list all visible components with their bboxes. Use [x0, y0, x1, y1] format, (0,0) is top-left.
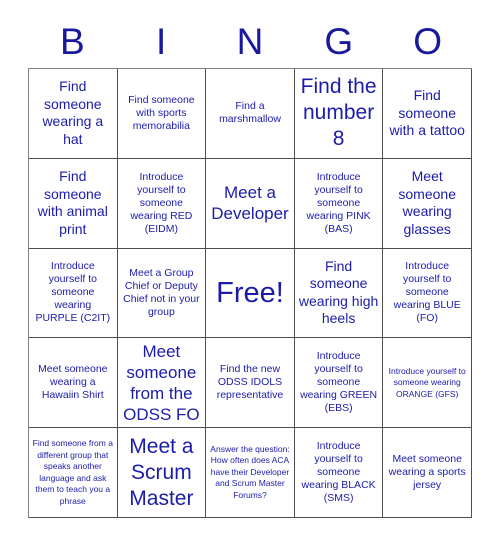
bingo-cell-text: Meet a Developer [211, 183, 289, 224]
bingo-cell[interactable]: Meet a Developer [206, 158, 295, 249]
bingo-cell-text: Find a marshmallow [219, 100, 281, 126]
bingo-cell-text: Find someone wearing a hat [42, 78, 104, 147]
bingo-cell[interactable]: Introduce yourself to someone wearing BL… [383, 248, 472, 339]
bingo-cell[interactable]: Find someone with sports memorabilia [117, 69, 207, 159]
bingo-cell[interactable]: Introduce yourself to someone wearing RE… [117, 158, 207, 249]
header-letter-g: G [324, 21, 354, 62]
header-letter-i: I [156, 21, 167, 62]
bingo-cell-text: Meet a Scrum Master [129, 434, 194, 510]
bingo-cell-text: Find someone with a tattoo [389, 87, 465, 139]
bingo-cell[interactable]: Find someone from a different group that… [29, 428, 118, 518]
bingo-cell[interactable]: Meet someone from the ODSS FO [117, 338, 207, 429]
bingo-cell[interactable]: Find someone wearing a hat [29, 69, 118, 159]
bingo-cell[interactable]: Introduce yourself to someone wearing BL… [294, 428, 384, 518]
bingo-cell-text: Meet someone wearing glasses [398, 168, 456, 237]
bingo-cell[interactable]: Meet a Scrum Master [117, 428, 207, 518]
bingo-cell[interactable]: Find someone wearing high heels [294, 248, 384, 339]
bingo-cell[interactable]: Meet someone wearing glasses [383, 158, 472, 249]
bingo-cell-free[interactable]: Free! [206, 248, 295, 339]
bingo-cell-text: Find someone wearing high heels [298, 257, 379, 327]
bingo-cell-text: Introduce yourself to someone wearing RE… [130, 170, 193, 235]
bingo-cell-text: Introduce yourself to someone wearing BL… [393, 260, 461, 325]
bingo-grid: Find someone wearing a hat Find someone … [28, 68, 472, 518]
bingo-cell-text: Meet a Group Chief or Deputy Chief not i… [123, 266, 200, 318]
bingo-cell-text: Meet someone wearing a Hawaiin Shirt [38, 363, 108, 402]
bingo-header: B I N G O [28, 16, 472, 68]
bingo-cell[interactable]: Meet someone wearing a sports jersey [383, 428, 472, 518]
bingo-cell-text: Meet someone from the ODSS FO [123, 341, 200, 424]
bingo-cell[interactable]: Introduce yourself to someone wearing GR… [294, 338, 384, 429]
bingo-cell-text: Introduce yourself to someone wearing BL… [301, 440, 376, 505]
bingo-cell-text: Find the new ODSS IDOLS representative [216, 363, 284, 402]
bingo-cell[interactable]: Introduce yourself to someone wearing OR… [383, 338, 472, 429]
bingo-cell-text: Answer the question: How often does ACA … [210, 443, 290, 500]
bingo-cell-text: Introduce yourself to someone wearing GR… [300, 350, 378, 415]
bingo-cell[interactable]: Introduce yourself to someone wearing PU… [29, 248, 118, 339]
bingo-cell-text: Find the number 8 [300, 75, 377, 151]
header-letter-o: O [413, 21, 442, 62]
bingo-cell[interactable]: Introduce yourself to someone wearing PI… [294, 158, 384, 249]
bingo-cell-text: Introduce yourself to someone wearing PI… [306, 170, 371, 235]
bingo-free-label: Free! [216, 276, 284, 309]
bingo-cell-text: Find someone from a different group that… [32, 438, 113, 506]
header-letter-b: B [60, 21, 85, 62]
bingo-cell-text: Find someone with sports memorabilia [128, 93, 195, 132]
bingo-cell[interactable]: Find a marshmallow [206, 69, 295, 159]
bingo-cell-text: Introduce yourself to someone wearing OR… [388, 365, 466, 399]
bingo-card: B I N G O Find someone wearing a hat Fin… [0, 0, 500, 544]
bingo-cell-text: Find someone with animal print [37, 168, 108, 237]
bingo-cell-text: Meet someone wearing a sports jersey [388, 453, 466, 492]
bingo-cell[interactable]: Answer the question: How often does ACA … [206, 428, 295, 518]
bingo-cell[interactable]: Find someone with a tattoo [383, 69, 472, 159]
bingo-cell[interactable]: Meet a Group Chief or Deputy Chief not i… [117, 248, 207, 339]
bingo-cell-text: Introduce yourself to someone wearing PU… [35, 260, 111, 325]
bingo-cell[interactable]: Meet someone wearing a Hawaiin Shirt [29, 338, 118, 429]
header-letter-n: N [236, 21, 264, 62]
bingo-cell[interactable]: Find the number 8 [294, 69, 384, 159]
bingo-cell[interactable]: Find the new ODSS IDOLS representative [206, 338, 295, 429]
bingo-cell[interactable]: Find someone with animal print [29, 158, 118, 249]
